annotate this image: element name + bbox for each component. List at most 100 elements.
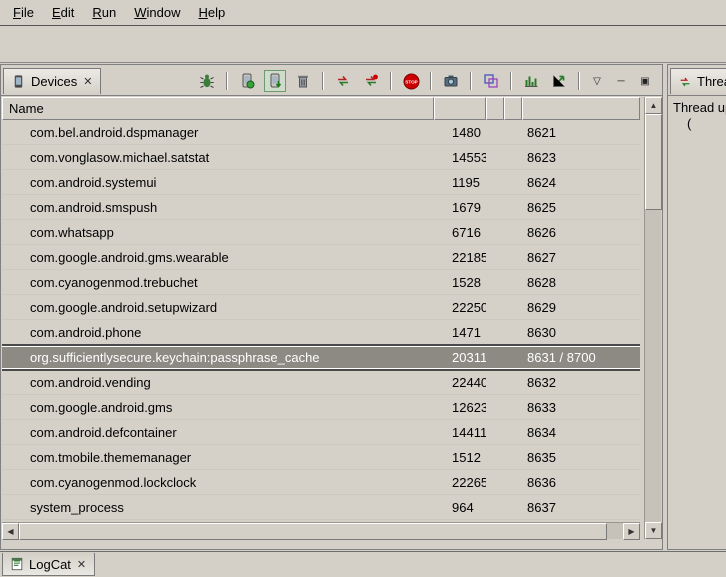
column-header-4[interactable] bbox=[504, 97, 522, 120]
minimize-icon[interactable]: ─ bbox=[612, 72, 630, 90]
table-row[interactable]: com.android.systemui 1195 8624 bbox=[2, 170, 640, 195]
toolbar-separator bbox=[226, 72, 228, 90]
ddms-window: FileEditRunWindowHelp Devices ✕ bbox=[0, 0, 726, 577]
tab-threads-label: Threa bbox=[697, 74, 726, 89]
table-row[interactable]: com.android.vending 22440 8632 bbox=[2, 370, 640, 395]
vertical-scrollbar[interactable]: ▲ ▼ bbox=[644, 97, 661, 539]
table-row[interactable]: com.google.android.gms 12623 8633 bbox=[2, 395, 640, 420]
column-header-3[interactable] bbox=[486, 97, 504, 120]
scroll-right-button[interactable]: ▶ bbox=[623, 523, 640, 540]
process-port: 8629 bbox=[522, 300, 640, 315]
toolbar-separator bbox=[470, 72, 472, 90]
update-heap-icon[interactable] bbox=[236, 70, 258, 92]
process-pid: 14411 bbox=[434, 425, 486, 440]
process-name: com.vonglasow.michael.satstat bbox=[2, 150, 434, 165]
toolbar-separator bbox=[510, 72, 512, 90]
process-port: 8626 bbox=[522, 225, 640, 240]
process-pid: 22185 bbox=[434, 250, 486, 265]
process-port: 8636 bbox=[522, 475, 640, 490]
process-name: com.google.android.setupwizard bbox=[2, 300, 434, 315]
process-port: 8633 bbox=[522, 400, 640, 415]
table-row[interactable]: com.android.smspush 1679 8625 bbox=[2, 195, 640, 220]
table-row[interactable]: com.tmobile.thememanager 1512 8635 bbox=[2, 445, 640, 470]
column-header-pid[interactable] bbox=[434, 97, 486, 120]
process-pid: 22250 bbox=[434, 300, 486, 315]
process-name: com.google.android.gms bbox=[2, 400, 434, 415]
process-pid: 964 bbox=[434, 500, 486, 515]
maximize-icon[interactable]: ▣ bbox=[636, 72, 654, 90]
process-pid: 22440 bbox=[434, 375, 486, 390]
process-port: 8624 bbox=[522, 175, 640, 190]
table-row[interactable]: org.sufficientlysecure.keychain:passphra… bbox=[2, 344, 640, 371]
toolbar-separator bbox=[322, 72, 324, 90]
process-port: 8632 bbox=[522, 375, 640, 390]
table-row[interactable]: com.android.defcontainer 14411 8634 bbox=[2, 420, 640, 445]
process-name: com.android.smspush bbox=[2, 200, 434, 215]
table-row[interactable]: com.google.android.gms.wearable 22185 86… bbox=[2, 245, 640, 270]
process-pid: 6716 bbox=[434, 225, 486, 240]
cause-gc-icon[interactable] bbox=[292, 70, 314, 92]
dump-hprof-icon[interactable] bbox=[264, 70, 286, 92]
scroll-down-button[interactable]: ▼ bbox=[645, 522, 662, 539]
debug-process-icon[interactable] bbox=[196, 70, 218, 92]
view-menu-icon[interactable]: ▽ bbox=[588, 72, 606, 90]
process-name: com.bel.android.dspmanager bbox=[2, 125, 434, 140]
tab-logcat[interactable]: LogCat ✕ bbox=[2, 553, 95, 576]
menubar: FileEditRunWindowHelp bbox=[0, 0, 726, 26]
menu-item-window[interactable]: Window bbox=[125, 1, 189, 24]
table-row[interactable]: com.cyanogenmod.lockclock 22265 8636 bbox=[2, 470, 640, 495]
device-icon bbox=[11, 74, 26, 89]
scroll-up-button[interactable]: ▲ bbox=[645, 97, 662, 114]
table-row[interactable]: com.cyanogenmod.trebuchet 1528 8628 bbox=[2, 270, 640, 295]
process-port: 8634 bbox=[522, 425, 640, 440]
screen-capture-icon[interactable] bbox=[440, 70, 462, 92]
system-info-icon[interactable] bbox=[520, 70, 542, 92]
table-row[interactable]: com.google.android.setupwizard 22250 862… bbox=[2, 295, 640, 320]
menu-item-file[interactable]: File bbox=[4, 1, 43, 24]
scroll-left-button[interactable]: ◀ bbox=[2, 523, 19, 540]
process-name: com.whatsapp bbox=[2, 225, 434, 240]
horizontal-scrollbar[interactable]: ◀ ▶ bbox=[2, 522, 640, 539]
toolbar-separator bbox=[390, 72, 392, 90]
table-row[interactable]: com.bel.android.dspmanager 1480 8621 bbox=[2, 120, 640, 145]
main-toolbar bbox=[0, 27, 726, 63]
table-row[interactable]: com.whatsapp 6716 8626 bbox=[2, 220, 640, 245]
menu-item-run[interactable]: Run bbox=[83, 1, 125, 24]
process-name: com.android.vending bbox=[2, 375, 434, 390]
devices-toolbar: STOP ▽ ─ ▣ bbox=[196, 70, 660, 92]
tab-threads[interactable]: Threa bbox=[670, 68, 726, 94]
threads-message: Thread up ( bbox=[668, 96, 726, 132]
tab-devices[interactable]: Devices ✕ bbox=[3, 68, 101, 94]
process-name: com.android.defcontainer bbox=[2, 425, 434, 440]
process-port: 8627 bbox=[522, 250, 640, 265]
table-body: com.bel.android.dspmanager 1480 8621 com… bbox=[2, 120, 640, 520]
process-pid: 1195 bbox=[434, 175, 486, 190]
dump-view-hierarchy-icon[interactable] bbox=[480, 70, 502, 92]
update-threads-icon[interactable] bbox=[332, 70, 354, 92]
process-name: com.cyanogenmod.lockclock bbox=[2, 475, 434, 490]
table-row[interactable]: com.vonglasow.michael.satstat 14553 8623 bbox=[2, 145, 640, 170]
devices-panel: Devices ✕ bbox=[0, 64, 663, 550]
process-pid: 1679 bbox=[434, 200, 486, 215]
process-name: system_process bbox=[2, 500, 434, 515]
stop-process-icon[interactable]: STOP bbox=[400, 70, 422, 92]
profiling-chart-icon[interactable] bbox=[548, 70, 570, 92]
start-method-profiling-icon[interactable] bbox=[360, 70, 382, 92]
process-name: com.google.android.gms.wearable bbox=[2, 250, 434, 265]
table-row[interactable]: com.android.phone 1471 8630 bbox=[2, 320, 640, 345]
horizontal-scroll-thumb[interactable] bbox=[19, 523, 607, 540]
devices-panel-header: Devices ✕ bbox=[1, 65, 662, 96]
menu-item-edit[interactable]: Edit bbox=[43, 1, 83, 24]
process-table: Name com.bel.android.dspmanager 1480 862… bbox=[2, 97, 640, 522]
column-header-name[interactable]: Name bbox=[2, 97, 434, 120]
column-header-port[interactable] bbox=[522, 97, 640, 120]
table-row[interactable]: system_process 964 8637 bbox=[2, 495, 640, 520]
process-pid: 1480 bbox=[434, 125, 486, 140]
vertical-scroll-thumb[interactable] bbox=[645, 114, 662, 210]
menu-item-help[interactable]: Help bbox=[189, 1, 234, 24]
process-pid: 14553 bbox=[434, 150, 486, 165]
toolbar-separator bbox=[578, 72, 580, 90]
close-icon[interactable]: ✕ bbox=[82, 75, 93, 88]
threads-message-line2: ( bbox=[673, 116, 726, 132]
close-icon[interactable]: ✕ bbox=[76, 558, 87, 571]
